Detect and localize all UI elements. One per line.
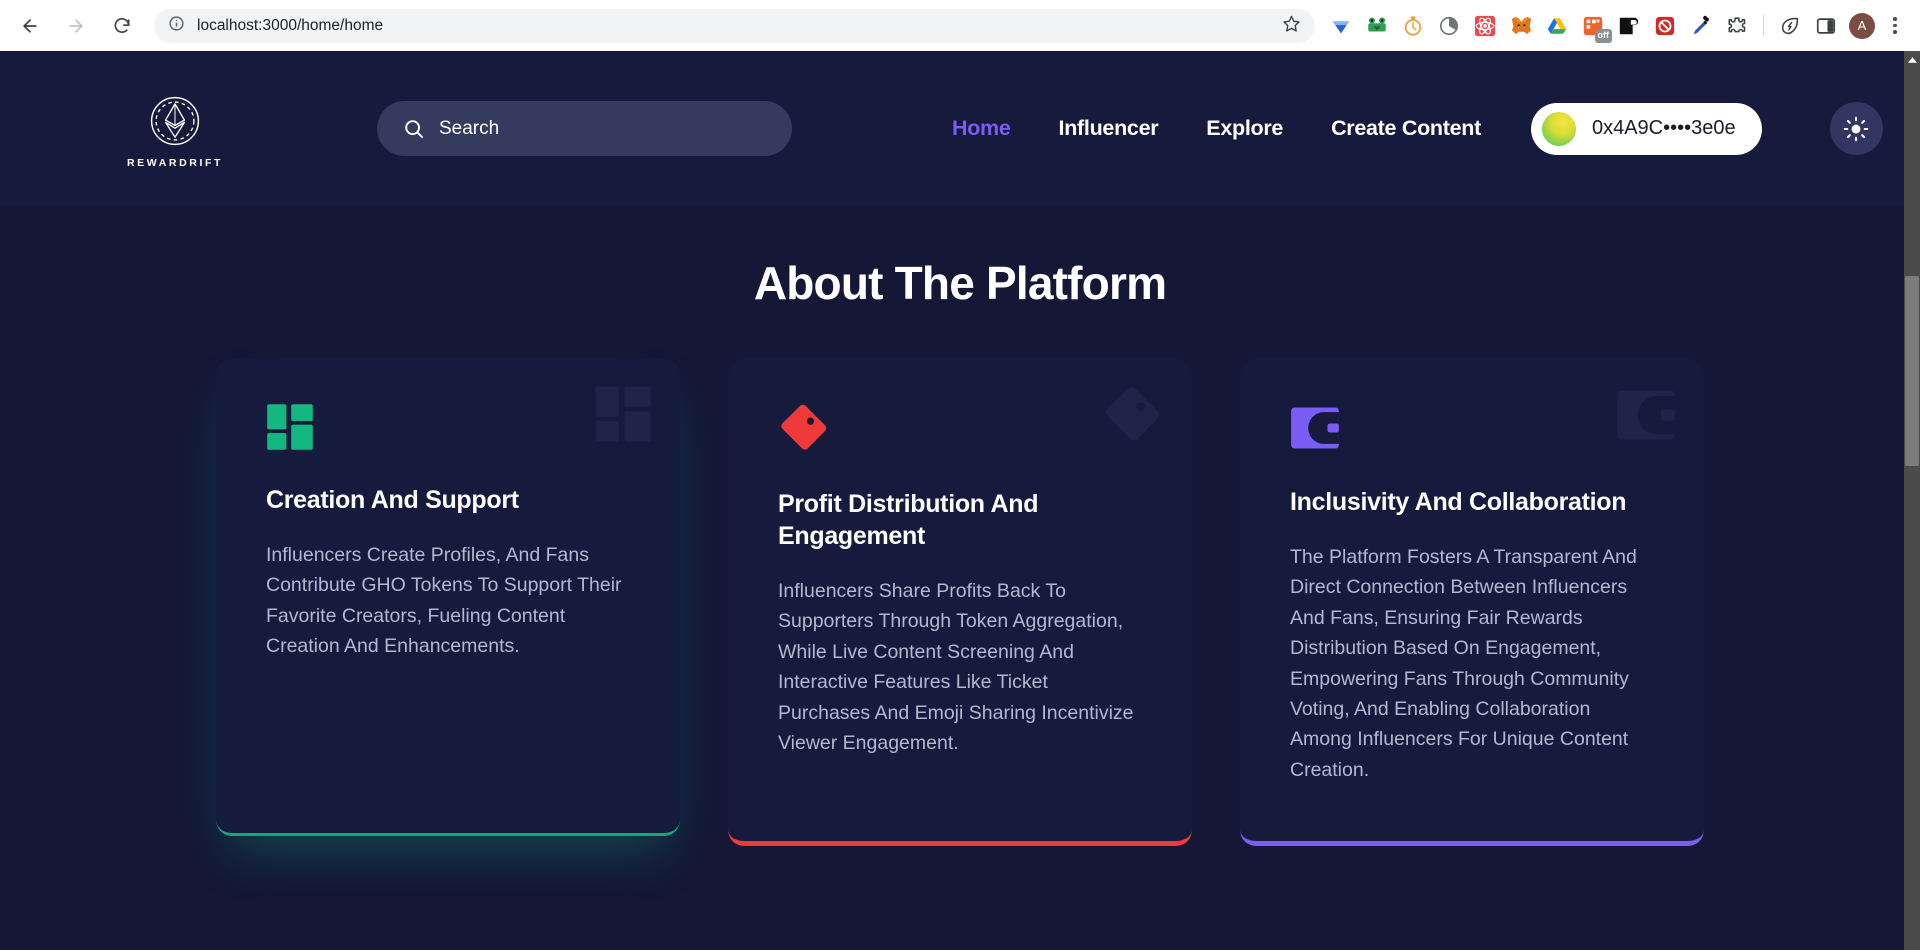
feature-card-creation-and-support[interactable]: Creation And Support Influencers Create … <box>216 359 680 836</box>
metamask-extension-icon[interactable] <box>1503 8 1539 44</box>
react-devtools-extension-icon[interactable] <box>1467 8 1503 44</box>
brand-logo[interactable]: REWARDRIFT <box>120 94 230 169</box>
lock-extension-icon[interactable] <box>1611 8 1647 44</box>
scrollbar-thumb[interactable] <box>1905 276 1919 466</box>
url-text: localhost:3000/home/home <box>197 16 384 34</box>
search-box[interactable] <box>377 101 792 156</box>
clock-extension-icon[interactable] <box>1431 8 1467 44</box>
brand-name: REWARDRIFT <box>127 157 223 169</box>
toolbar-divider <box>1763 14 1764 37</box>
feature-cards: Creation And Support Influencers Create … <box>0 359 1920 846</box>
side-panel-icon[interactable] <box>1808 8 1844 44</box>
wallet-address-text: 0x4A9C••••3e0e <box>1591 117 1736 139</box>
frog-extension-icon[interactable] <box>1359 8 1395 44</box>
diamond-extension-icon[interactable] <box>1323 8 1359 44</box>
leaf-extension-icon[interactable] <box>1772 8 1808 44</box>
site-header: REWARDRIFT Home Influencer Explore Creat… <box>0 51 1920 206</box>
card-description: Influencers Create Profiles, And Fans Co… <box>266 544 622 658</box>
reload-button[interactable] <box>105 9 139 43</box>
wallet-icon <box>1291 407 1339 449</box>
kebab-dot <box>1893 23 1897 28</box>
nav-link-home[interactable]: Home <box>952 116 1011 141</box>
stopwatch-extension-icon[interactable] <box>1395 8 1431 44</box>
eyedropper-extension-icon[interactable] <box>1683 8 1719 44</box>
layout-grid-icon-watermark <box>595 386 651 442</box>
back-button[interactable] <box>13 9 47 43</box>
puzzle-extensions-icon[interactable] <box>1719 8 1755 44</box>
scrollbar-up-arrow[interactable] <box>1904 51 1920 68</box>
browser-extensions: off A <box>1323 8 1910 44</box>
main-content: About The Platform Creation And Support <box>0 206 1920 846</box>
sun-icon <box>1843 116 1869 141</box>
theme-toggle-button[interactable] <box>1829 102 1883 155</box>
kebab-dot <box>1893 17 1897 21</box>
card-title: Creation And Support <box>266 486 519 514</box>
nav-link-create-content[interactable]: Create Content <box>1331 116 1481 141</box>
profile-avatar[interactable]: A <box>1844 8 1880 44</box>
address-bar[interactable]: localhost:3000/home/home <box>154 8 1315 43</box>
site-info-icon[interactable] <box>168 15 185 37</box>
card-description: Influencers Share Profits Back To Suppor… <box>778 580 1134 755</box>
nav-link-explore[interactable]: Explore <box>1206 116 1283 141</box>
wallet-address-button[interactable]: 0x4A9C••••3e0e <box>1530 102 1762 155</box>
shield-block-extension-icon[interactable] <box>1647 8 1683 44</box>
layout-grid-icon <box>267 404 313 450</box>
ethereum-diamond-logo <box>150 96 200 146</box>
feature-card-profit-distribution-and-engagement[interactable]: Profit Distribution And Engagement Influ… <box>728 359 1192 846</box>
google-drive-extension-icon[interactable] <box>1539 8 1575 44</box>
browser-menu-button[interactable] <box>1880 9 1910 43</box>
page-scrollbar[interactable] <box>1904 51 1920 950</box>
kebab-dot <box>1893 30 1897 34</box>
wallet-avatar-icon <box>1541 111 1576 146</box>
search-icon <box>405 119 424 138</box>
extension-badge: off <box>1594 28 1612 43</box>
page-title: About The Platform <box>753 257 1167 309</box>
profile-initial: A <box>1849 12 1875 39</box>
primary-navigation: Home Influencer Explore Create Content <box>952 116 1481 141</box>
card-title: Inclusivity And Collaboration <box>1290 488 1627 516</box>
forward-button[interactable] <box>59 9 93 43</box>
card-description: The Platform Fosters A Transparent And D… <box>1290 546 1637 781</box>
browser-toolbar: localhost:3000/home/home off A <box>0 0 1920 51</box>
page-content: REWARDRIFT Home Influencer Explore Creat… <box>0 51 1920 950</box>
price-tag-icon <box>781 404 827 450</box>
card-title: Profit Distribution And Engagement <box>778 490 1039 550</box>
feature-card-inclusivity-and-collaboration[interactable]: Inclusivity And Collaboration The Platfo… <box>1240 359 1704 846</box>
bookmark-icon[interactable] <box>1282 14 1301 38</box>
price-tag-icon-watermark <box>1106 387 1160 441</box>
off-toggle-extension-icon[interactable]: off <box>1575 8 1612 44</box>
search-input[interactable] <box>439 117 766 140</box>
nav-link-influencer[interactable]: Influencer <box>1059 116 1159 141</box>
wallet-icon-watermark <box>1617 390 1675 440</box>
